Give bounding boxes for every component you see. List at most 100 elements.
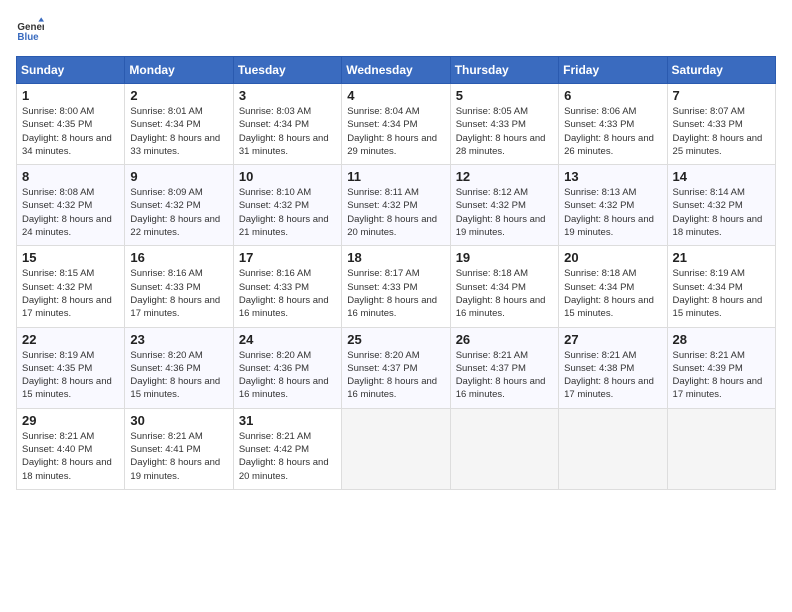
weekday-header-sunday: Sunday: [17, 57, 125, 84]
day-cell: 6 Sunrise: 8:06 AM Sunset: 4:33 PM Dayli…: [559, 84, 667, 165]
day-number: 3: [239, 88, 336, 103]
day-cell: [559, 408, 667, 489]
day-number: 10: [239, 169, 336, 184]
day-info: Sunrise: 8:03 AM Sunset: 4:34 PM Dayligh…: [239, 105, 336, 158]
day-cell: 19 Sunrise: 8:18 AM Sunset: 4:34 PM Dayl…: [450, 246, 558, 327]
day-info: Sunrise: 8:09 AM Sunset: 4:32 PM Dayligh…: [130, 186, 227, 239]
day-cell: 13 Sunrise: 8:13 AM Sunset: 4:32 PM Dayl…: [559, 165, 667, 246]
day-info: Sunrise: 8:11 AM Sunset: 4:32 PM Dayligh…: [347, 186, 444, 239]
day-info: Sunrise: 8:21 AM Sunset: 4:37 PM Dayligh…: [456, 349, 553, 402]
weekday-header-thursday: Thursday: [450, 57, 558, 84]
day-cell: [667, 408, 775, 489]
day-info: Sunrise: 8:16 AM Sunset: 4:33 PM Dayligh…: [130, 267, 227, 320]
day-info: Sunrise: 8:21 AM Sunset: 4:39 PM Dayligh…: [673, 349, 770, 402]
day-cell: 17 Sunrise: 8:16 AM Sunset: 4:33 PM Dayl…: [233, 246, 341, 327]
day-number: 24: [239, 332, 336, 347]
day-info: Sunrise: 8:08 AM Sunset: 4:32 PM Dayligh…: [22, 186, 119, 239]
day-number: 22: [22, 332, 119, 347]
day-cell: 31 Sunrise: 8:21 AM Sunset: 4:42 PM Dayl…: [233, 408, 341, 489]
weekday-header-monday: Monday: [125, 57, 233, 84]
day-number: 15: [22, 250, 119, 265]
weekday-header-wednesday: Wednesday: [342, 57, 450, 84]
day-cell: 14 Sunrise: 8:14 AM Sunset: 4:32 PM Dayl…: [667, 165, 775, 246]
day-number: 13: [564, 169, 661, 184]
day-info: Sunrise: 8:10 AM Sunset: 4:32 PM Dayligh…: [239, 186, 336, 239]
day-number: 9: [130, 169, 227, 184]
day-number: 1: [22, 88, 119, 103]
calendar: SundayMondayTuesdayWednesdayThursdayFrid…: [16, 56, 776, 490]
day-info: Sunrise: 8:05 AM Sunset: 4:33 PM Dayligh…: [456, 105, 553, 158]
day-number: 17: [239, 250, 336, 265]
day-number: 31: [239, 413, 336, 428]
weekday-header-saturday: Saturday: [667, 57, 775, 84]
day-number: 28: [673, 332, 770, 347]
day-info: Sunrise: 8:00 AM Sunset: 4:35 PM Dayligh…: [22, 105, 119, 158]
weekday-header-tuesday: Tuesday: [233, 57, 341, 84]
day-number: 18: [347, 250, 444, 265]
week-row-2: 8 Sunrise: 8:08 AM Sunset: 4:32 PM Dayli…: [17, 165, 776, 246]
day-info: Sunrise: 8:16 AM Sunset: 4:33 PM Dayligh…: [239, 267, 336, 320]
day-cell: 25 Sunrise: 8:20 AM Sunset: 4:37 PM Dayl…: [342, 327, 450, 408]
day-cell: 23 Sunrise: 8:20 AM Sunset: 4:36 PM Dayl…: [125, 327, 233, 408]
day-info: Sunrise: 8:20 AM Sunset: 4:37 PM Dayligh…: [347, 349, 444, 402]
day-number: 20: [564, 250, 661, 265]
day-info: Sunrise: 8:15 AM Sunset: 4:32 PM Dayligh…: [22, 267, 119, 320]
day-cell: 9 Sunrise: 8:09 AM Sunset: 4:32 PM Dayli…: [125, 165, 233, 246]
svg-text:Blue: Blue: [17, 32, 39, 43]
logo: General Blue: [16, 16, 48, 44]
day-cell: 28 Sunrise: 8:21 AM Sunset: 4:39 PM Dayl…: [667, 327, 775, 408]
day-info: Sunrise: 8:13 AM Sunset: 4:32 PM Dayligh…: [564, 186, 661, 239]
day-number: 29: [22, 413, 119, 428]
day-cell: 21 Sunrise: 8:19 AM Sunset: 4:34 PM Dayl…: [667, 246, 775, 327]
day-info: Sunrise: 8:12 AM Sunset: 4:32 PM Dayligh…: [456, 186, 553, 239]
day-info: Sunrise: 8:14 AM Sunset: 4:32 PM Dayligh…: [673, 186, 770, 239]
day-info: Sunrise: 8:20 AM Sunset: 4:36 PM Dayligh…: [130, 349, 227, 402]
day-cell: 29 Sunrise: 8:21 AM Sunset: 4:40 PM Dayl…: [17, 408, 125, 489]
day-info: Sunrise: 8:18 AM Sunset: 4:34 PM Dayligh…: [564, 267, 661, 320]
day-number: 16: [130, 250, 227, 265]
day-number: 12: [456, 169, 553, 184]
day-cell: 15 Sunrise: 8:15 AM Sunset: 4:32 PM Dayl…: [17, 246, 125, 327]
day-cell: 24 Sunrise: 8:20 AM Sunset: 4:36 PM Dayl…: [233, 327, 341, 408]
day-number: 26: [456, 332, 553, 347]
day-cell: 11 Sunrise: 8:11 AM Sunset: 4:32 PM Dayl…: [342, 165, 450, 246]
day-cell: 7 Sunrise: 8:07 AM Sunset: 4:33 PM Dayli…: [667, 84, 775, 165]
day-number: 8: [22, 169, 119, 184]
day-cell: 10 Sunrise: 8:10 AM Sunset: 4:32 PM Dayl…: [233, 165, 341, 246]
day-info: Sunrise: 8:21 AM Sunset: 4:38 PM Dayligh…: [564, 349, 661, 402]
day-number: 5: [456, 88, 553, 103]
day-cell: 5 Sunrise: 8:05 AM Sunset: 4:33 PM Dayli…: [450, 84, 558, 165]
logo-icon: General Blue: [16, 16, 44, 44]
page-header: General Blue: [16, 16, 776, 44]
day-number: 11: [347, 169, 444, 184]
weekday-header-row: SundayMondayTuesdayWednesdayThursdayFrid…: [17, 57, 776, 84]
day-number: 21: [673, 250, 770, 265]
day-cell: 22 Sunrise: 8:19 AM Sunset: 4:35 PM Dayl…: [17, 327, 125, 408]
day-info: Sunrise: 8:17 AM Sunset: 4:33 PM Dayligh…: [347, 267, 444, 320]
day-info: Sunrise: 8:07 AM Sunset: 4:33 PM Dayligh…: [673, 105, 770, 158]
week-row-3: 15 Sunrise: 8:15 AM Sunset: 4:32 PM Dayl…: [17, 246, 776, 327]
day-number: 4: [347, 88, 444, 103]
day-info: Sunrise: 8:19 AM Sunset: 4:35 PM Dayligh…: [22, 349, 119, 402]
day-info: Sunrise: 8:19 AM Sunset: 4:34 PM Dayligh…: [673, 267, 770, 320]
day-number: 19: [456, 250, 553, 265]
week-row-5: 29 Sunrise: 8:21 AM Sunset: 4:40 PM Dayl…: [17, 408, 776, 489]
day-info: Sunrise: 8:21 AM Sunset: 4:40 PM Dayligh…: [22, 430, 119, 483]
day-cell: 20 Sunrise: 8:18 AM Sunset: 4:34 PM Dayl…: [559, 246, 667, 327]
day-info: Sunrise: 8:21 AM Sunset: 4:42 PM Dayligh…: [239, 430, 336, 483]
day-number: 27: [564, 332, 661, 347]
day-info: Sunrise: 8:01 AM Sunset: 4:34 PM Dayligh…: [130, 105, 227, 158]
day-info: Sunrise: 8:04 AM Sunset: 4:34 PM Dayligh…: [347, 105, 444, 158]
day-cell: 8 Sunrise: 8:08 AM Sunset: 4:32 PM Dayli…: [17, 165, 125, 246]
day-cell: 27 Sunrise: 8:21 AM Sunset: 4:38 PM Dayl…: [559, 327, 667, 408]
day-cell: 1 Sunrise: 8:00 AM Sunset: 4:35 PM Dayli…: [17, 84, 125, 165]
day-info: Sunrise: 8:21 AM Sunset: 4:41 PM Dayligh…: [130, 430, 227, 483]
weekday-header-friday: Friday: [559, 57, 667, 84]
week-row-1: 1 Sunrise: 8:00 AM Sunset: 4:35 PM Dayli…: [17, 84, 776, 165]
day-info: Sunrise: 8:18 AM Sunset: 4:34 PM Dayligh…: [456, 267, 553, 320]
day-number: 14: [673, 169, 770, 184]
day-number: 7: [673, 88, 770, 103]
day-cell: 30 Sunrise: 8:21 AM Sunset: 4:41 PM Dayl…: [125, 408, 233, 489]
day-info: Sunrise: 8:06 AM Sunset: 4:33 PM Dayligh…: [564, 105, 661, 158]
week-row-4: 22 Sunrise: 8:19 AM Sunset: 4:35 PM Dayl…: [17, 327, 776, 408]
